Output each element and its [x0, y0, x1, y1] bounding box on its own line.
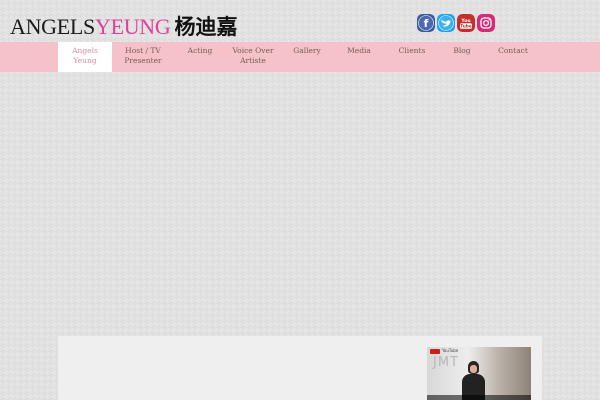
video-control-bar[interactable] [427, 395, 531, 400]
youtube-logo-icon [430, 349, 440, 354]
nav-label-line2: Yeung [73, 56, 97, 65]
nav-item-media[interactable]: Media [332, 42, 386, 72]
site-header: ANGELSYEUNG 杨迪嘉 f You Tube [0, 0, 600, 42]
nav-label-line1: Clients [398, 46, 426, 55]
video-thumbnail[interactable]: YouTube JMT [427, 347, 531, 400]
nav-item-acting[interactable]: Acting [173, 42, 227, 72]
nav-label-line1: Acting [187, 46, 213, 55]
site-logo[interactable]: ANGELSYEUNG 杨迪嘉 [10, 11, 238, 39]
youtube-icon[interactable]: You Tube [457, 14, 475, 32]
video-channel-watermark: JMT [433, 355, 459, 370]
nav-label-line1: Gallery [293, 46, 321, 55]
social-links: f You Tube [417, 14, 495, 32]
nav-item-clients[interactable]: Clients [385, 42, 439, 72]
nav-label-line1: Contact [498, 46, 528, 55]
nav-item-blog[interactable]: Blog [435, 42, 489, 72]
nav-label-line1: Media [347, 46, 371, 55]
facebook-icon[interactable]: f [417, 14, 435, 32]
nav-item-voice-over-artiste[interactable]: Voice Over Artiste [226, 42, 280, 72]
logo-text-yeung: YEUNG [94, 14, 171, 39]
nav-label-line1: Voice Over [232, 46, 274, 55]
nav-item-host-tv-presenter[interactable]: Host / TV Presenter [116, 42, 170, 72]
nav-item-contact[interactable]: Contact [486, 42, 540, 72]
nav-label-line1: Host / TV [125, 46, 161, 55]
video-brand-label: YouTube [442, 348, 459, 353]
nav-label-line2: Artiste [240, 56, 266, 65]
main-nav: Angels Yeung Host / TV Presenter Acting … [0, 42, 600, 72]
svg-text:Tube: Tube [460, 24, 472, 30]
twitter-icon[interactable] [437, 14, 455, 32]
nav-label-line1: Angels [72, 46, 98, 55]
nav-label-line2: Presenter [124, 56, 162, 65]
logo-text-chinese: 杨迪嘉 [174, 15, 238, 39]
instagram-icon[interactable] [477, 14, 495, 32]
logo-text-angels: ANGELS [10, 14, 95, 39]
facebook-glyph: f [424, 17, 429, 30]
svg-text:You: You [460, 18, 470, 24]
nav-label-line1: Blog [453, 46, 471, 55]
nav-item-angels-yeung[interactable]: Angels Yeung [58, 42, 112, 72]
nav-item-gallery[interactable]: Gallery [280, 42, 334, 72]
